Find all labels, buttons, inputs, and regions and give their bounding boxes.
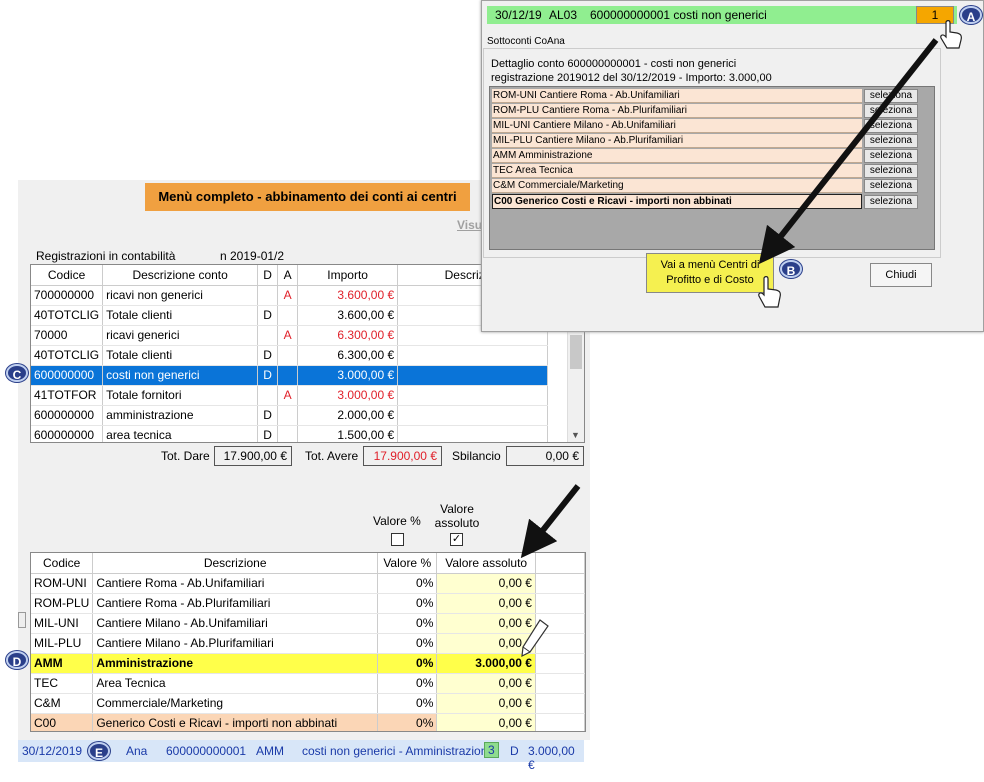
callout-a: A [960,6,982,24]
callout-b: B [780,260,802,278]
arrow-icon [520,38,939,559]
pencil-icon [521,619,549,658]
callout-c: C [6,364,28,382]
callout-e: E [88,742,110,760]
callout-d: D [6,651,28,669]
hand-pointer-icon [758,276,781,308]
hand-pointer-icon [940,20,962,49]
